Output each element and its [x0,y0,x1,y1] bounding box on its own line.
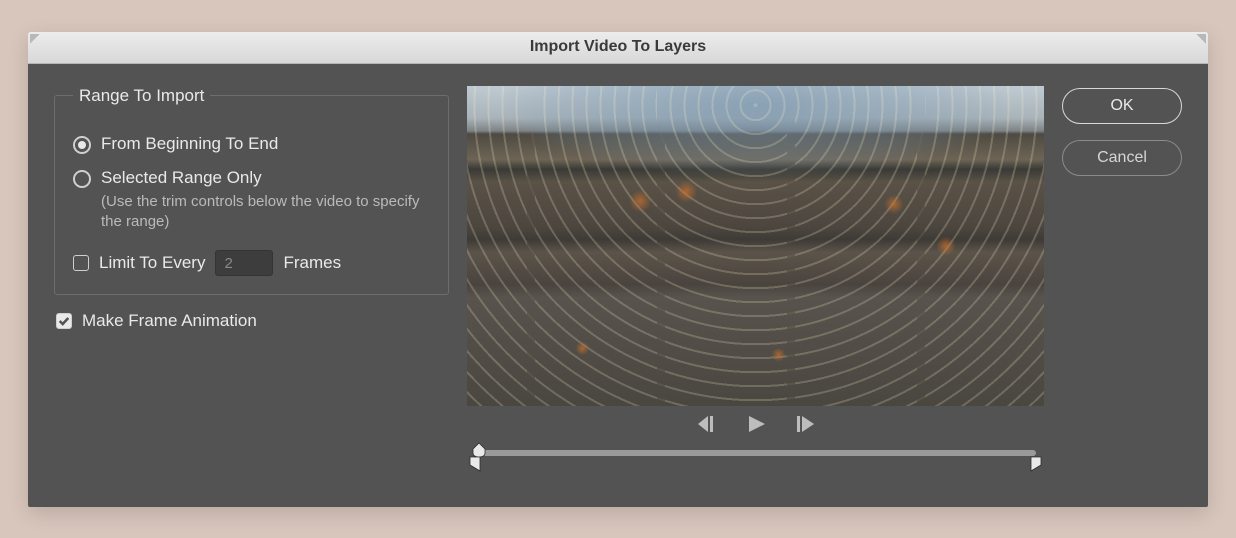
step-forward-icon [792,414,816,434]
range-legend: Range To Import [73,86,210,106]
selected-range-label: Selected Range Only [101,168,430,188]
from-beginning-option[interactable]: From Beginning To End [73,134,430,154]
from-beginning-radio[interactable] [73,136,91,154]
step-forward-button[interactable] [792,414,816,434]
make-frame-animation-label: Make Frame Animation [82,311,257,331]
step-back-icon [696,414,720,434]
trim-track[interactable] [475,450,1036,456]
make-frame-animation-checkbox[interactable] [56,313,72,329]
make-frame-animation-option[interactable]: Make Frame Animation [56,311,449,331]
selected-range-radio[interactable] [73,170,91,188]
video-preview [467,86,1044,406]
limit-option-row: Limit To Every Frames [73,250,430,276]
limit-checkbox[interactable] [73,255,89,271]
selected-range-option[interactable]: Selected Range Only (Use the trim contro… [73,168,430,233]
preview-image [467,86,1044,406]
trim-in-handle[interactable] [469,456,481,472]
action-buttons: OK Cancel [1062,86,1182,497]
range-to-import-group: Range To Import From Beginning To End Se… [54,86,449,296]
ok-button[interactable]: OK [1062,88,1182,124]
dialog-title: Import Video To Layers [530,38,706,56]
limit-frames-input[interactable] [215,250,273,276]
selected-range-hint: (Use the trim controls below the video t… [101,192,430,233]
trim-out-handle[interactable] [1030,456,1042,472]
import-video-dialog: Import Video To Layers Range To Import F… [28,32,1208,507]
trim-bar[interactable] [467,444,1044,474]
transport-controls [467,414,1044,434]
dialog-titlebar: Import Video To Layers [28,32,1208,64]
titlebar-decoration [1196,34,1206,44]
limit-label: Limit To Every [99,253,205,273]
preview-panel [467,86,1044,497]
check-icon [58,315,70,327]
selected-range-text: Selected Range Only (Use the trim contro… [101,168,430,233]
step-back-button[interactable] [696,414,720,434]
options-panel: Range To Import From Beginning To End Se… [54,86,449,497]
limit-unit-label: Frames [283,253,341,273]
titlebar-decoration [30,34,40,44]
play-button[interactable] [744,414,768,434]
play-icon [744,414,768,434]
cancel-button[interactable]: Cancel [1062,140,1182,176]
from-beginning-label: From Beginning To End [101,134,278,154]
dialog-content: Range To Import From Beginning To End Se… [28,64,1208,507]
